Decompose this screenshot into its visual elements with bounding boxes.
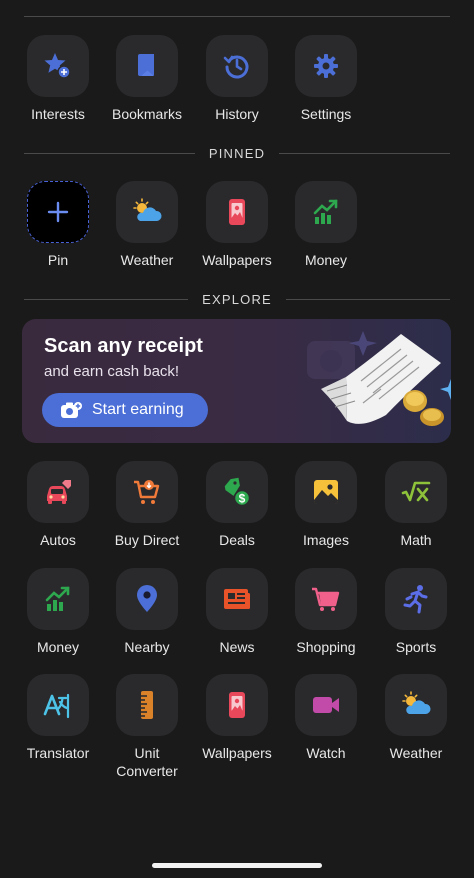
images-label: Images — [303, 532, 349, 548]
camera-plus-icon — [61, 402, 82, 418]
pin-label: Pin — [47, 252, 69, 268]
explore-row: Translator Unit Converter Wallpapers Wat… — [0, 674, 474, 784]
autos-label: Autos — [40, 532, 76, 548]
video-camera-icon — [295, 674, 357, 736]
wallpapers-button[interactable]: Wallpapers — [192, 181, 282, 269]
money-label: Money — [304, 252, 348, 268]
image-icon — [295, 461, 357, 523]
money-chart-icon — [27, 568, 89, 630]
nearby-label: Nearby — [124, 639, 170, 655]
wallpaper-icon — [206, 181, 268, 243]
unit-converter-label: Unit Converter — [116, 745, 178, 779]
explore-row: Money Nearby News Shopping Sports — [0, 568, 474, 668]
bookmarks-label: Bookmarks — [111, 106, 183, 122]
weather-icon — [116, 181, 178, 243]
pin-add-button[interactable]: Pin — [13, 181, 103, 269]
receipt-promo-banner[interactable]: Scan any receipt and earn cash back! Sta… — [22, 319, 451, 443]
app-screen: Interests Bookmarks History Settings PIN… — [0, 0, 474, 878]
wallpaper-icon — [206, 674, 268, 736]
history-label: History — [215, 106, 259, 122]
translator-label: Translator — [26, 745, 90, 761]
divider-line — [24, 152, 195, 154]
banner-subtitle: and earn cash back! — [44, 363, 180, 380]
buy-direct-button[interactable]: Buy Direct — [102, 461, 192, 549]
weather-button[interactable]: Weather — [371, 674, 461, 762]
wallpapers-label: Wallpapers — [202, 745, 272, 761]
autos-button[interactable]: Autos — [13, 461, 103, 549]
wallpapers-button[interactable]: Wallpapers — [192, 674, 282, 762]
watch-button[interactable]: Watch — [281, 674, 371, 762]
interests-label: Interests — [31, 106, 85, 122]
money-label: Money — [36, 639, 80, 655]
quick-actions-row: Interests Bookmarks History Settings — [0, 35, 474, 135]
runner-icon — [385, 568, 447, 630]
money-button[interactable]: Money — [281, 181, 371, 269]
location-pin-icon — [116, 568, 178, 630]
wallpapers-label: Wallpapers — [202, 252, 272, 268]
explore-header: EXPLORE — [24, 289, 451, 309]
newspaper-icon — [206, 568, 268, 630]
history-icon — [206, 35, 268, 97]
translator-button[interactable]: Translator — [13, 674, 103, 762]
deals-label: Deals — [219, 532, 255, 548]
car-icon — [27, 461, 89, 523]
start-earning-button[interactable]: Start earning — [42, 393, 208, 427]
star-plus-icon — [27, 35, 89, 97]
tag-icon: $ — [206, 461, 268, 523]
receipt-illustration — [307, 331, 451, 426]
weather-label: Weather — [389, 745, 443, 761]
money-chart-icon — [295, 181, 357, 243]
shopping-button[interactable]: Shopping — [281, 568, 371, 656]
pinned-row: Pin Weather Wallpapers Money — [0, 181, 474, 281]
shopping-label: Shopping — [296, 639, 356, 655]
bookmarks-button[interactable]: Bookmarks — [102, 35, 192, 123]
math-button[interactable]: Math — [371, 461, 461, 549]
sports-label: Sports — [395, 639, 437, 655]
math-label: Math — [400, 532, 432, 548]
deals-button[interactable]: $ Deals — [192, 461, 282, 549]
divider-line — [285, 298, 451, 300]
divider-line — [279, 152, 451, 154]
buy-direct-label: Buy Direct — [114, 532, 180, 548]
weather-label: Weather — [120, 252, 174, 268]
gear-icon — [295, 35, 357, 97]
sports-button[interactable]: Sports — [371, 568, 461, 656]
explore-title: EXPLORE — [202, 291, 272, 307]
images-button[interactable]: Images — [281, 461, 371, 549]
home-indicator[interactable] — [152, 863, 322, 868]
watch-label: Watch — [306, 745, 346, 761]
plus-icon — [27, 181, 89, 243]
interests-button[interactable]: Interests — [13, 35, 103, 123]
pinned-header: PINNED — [24, 143, 451, 163]
unit-converter-button[interactable]: Unit Converter — [102, 674, 192, 780]
weather-button[interactable]: Weather — [102, 181, 192, 269]
cart-icon — [116, 461, 178, 523]
ruler-icon — [116, 674, 178, 736]
nearby-button[interactable]: Nearby — [102, 568, 192, 656]
shopping-cart-icon — [295, 568, 357, 630]
bookmark-icon — [116, 35, 178, 97]
top-divider — [24, 16, 450, 17]
svg-text:$: $ — [239, 492, 246, 506]
settings-label: Settings — [300, 106, 352, 122]
divider-line — [24, 298, 189, 300]
math-icon — [385, 461, 447, 523]
explore-row: Autos Buy Direct $ Deals Images Math — [0, 461, 474, 561]
start-earning-label: Start earning — [92, 401, 184, 418]
pinned-title: PINNED — [208, 145, 266, 161]
banner-title: Scan any receipt — [44, 335, 203, 357]
news-button[interactable]: News — [192, 568, 282, 656]
settings-button[interactable]: Settings — [281, 35, 371, 123]
history-button[interactable]: History — [192, 35, 282, 123]
money-button[interactable]: Money — [13, 568, 103, 656]
translate-icon — [27, 674, 89, 736]
weather-icon — [385, 674, 447, 736]
news-label: News — [219, 639, 255, 655]
